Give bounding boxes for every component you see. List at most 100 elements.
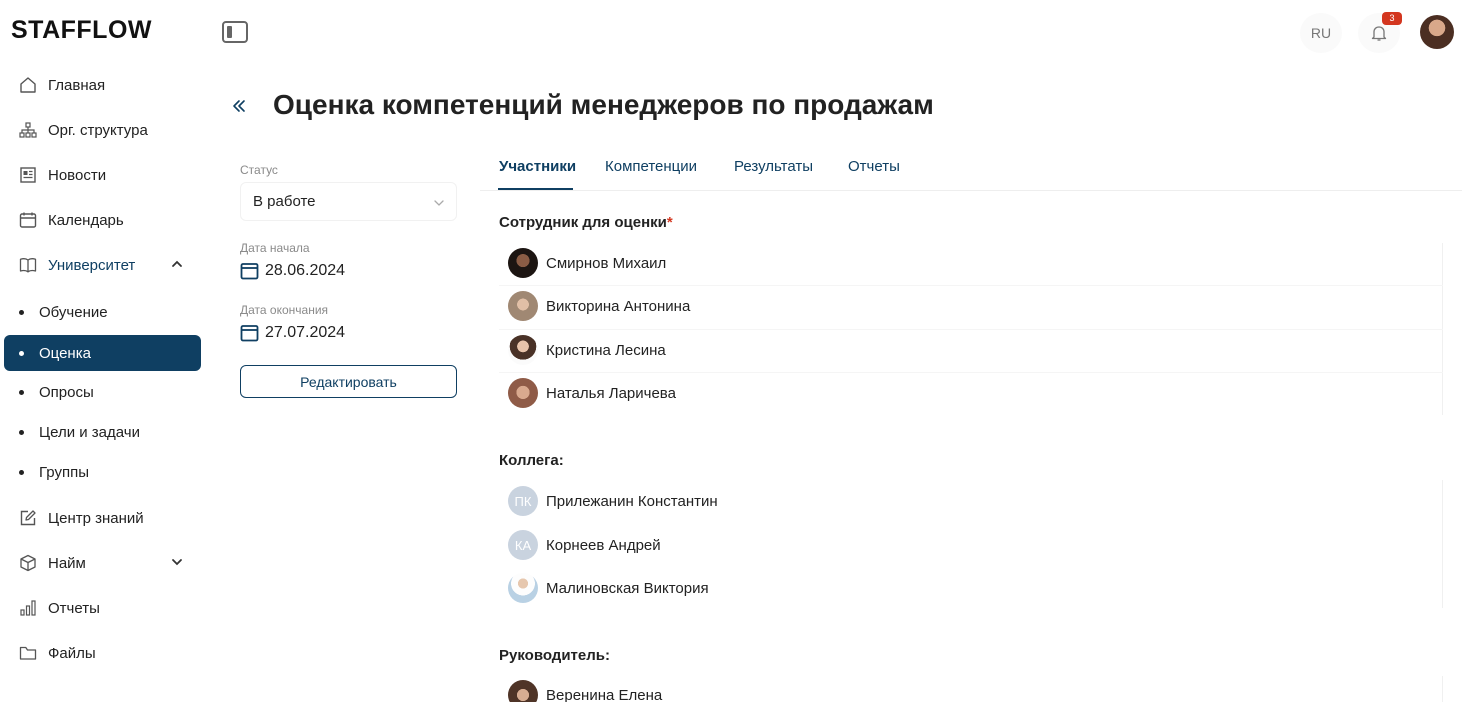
calendar-icon bbox=[18, 210, 38, 230]
avatar bbox=[508, 335, 538, 365]
bullet-icon bbox=[19, 429, 24, 435]
avatar: ПК bbox=[508, 486, 538, 516]
home-icon bbox=[18, 75, 38, 95]
tab-participants[interactable]: Участники bbox=[499, 158, 576, 175]
tab-results[interactable]: Результаты bbox=[734, 158, 813, 175]
sidebar-item-knowledge-center[interactable]: Центр знаний bbox=[18, 500, 193, 536]
sidebar-sub-item-training[interactable]: Обучение bbox=[4, 294, 201, 330]
row-divider bbox=[499, 285, 1443, 286]
employee-section-label: Сотрудник для оценки bbox=[499, 214, 667, 231]
calendar-icon bbox=[240, 263, 259, 280]
sidebar-item-hiring[interactable]: Найм bbox=[18, 545, 193, 581]
list-item[interactable]: КА Корнеев Андрей bbox=[508, 530, 661, 560]
person-name: Веренина Елена bbox=[546, 686, 663, 702]
sidebar: STAFFLOW Главная Орг. структура Новости … bbox=[0, 0, 210, 702]
sidebar-item-label: Орг. структура bbox=[48, 121, 148, 139]
person-name: Викторина Антонина bbox=[546, 297, 691, 315]
required-mark: * bbox=[666, 214, 673, 231]
sidebar-sub-item-assessment[interactable]: Оценка bbox=[4, 335, 201, 371]
status-value: В работе bbox=[253, 193, 316, 210]
folder-icon bbox=[18, 643, 38, 663]
list-item[interactable]: Кристина Лесина bbox=[508, 335, 666, 365]
person-name: Смирнов Михаил bbox=[546, 254, 667, 272]
chevron-down-icon[interactable] bbox=[169, 554, 185, 570]
sidebar-item-label: Найм bbox=[48, 554, 86, 572]
sidebar-item-label: Главная bbox=[48, 76, 106, 94]
bullet-icon bbox=[19, 389, 24, 395]
user-avatar[interactable] bbox=[1420, 15, 1454, 49]
page-title: Оценка компетенций менеджеров по продажа… bbox=[273, 89, 934, 120]
box-icon bbox=[18, 553, 38, 573]
bell-icon bbox=[1371, 26, 1387, 41]
person-name: Прилежанин Константин bbox=[546, 492, 718, 510]
person-name: Малиновская Виктория bbox=[546, 579, 709, 597]
sidebar-toggle-button[interactable] bbox=[222, 21, 248, 43]
avatar bbox=[508, 291, 538, 321]
org-structure-icon bbox=[18, 120, 38, 140]
calendar-icon bbox=[240, 325, 259, 342]
newspaper-icon bbox=[18, 165, 38, 185]
list-item[interactable]: Смирнов Михаил bbox=[508, 248, 666, 278]
sidebar-sub-item-label: Цели и задачи bbox=[39, 423, 140, 441]
avatar bbox=[508, 378, 538, 408]
sidebar-item-label: Файлы bbox=[48, 644, 96, 662]
sidebar-sub-item-label: Опросы bbox=[39, 383, 94, 401]
sidebar-item-label: Центр знаний bbox=[48, 509, 144, 527]
sidebar-item-calendar[interactable]: Календарь bbox=[18, 202, 193, 238]
colleague-section-title: Коллега: bbox=[499, 452, 564, 469]
sidebar-item-label: Новости bbox=[48, 166, 107, 184]
row-divider bbox=[499, 329, 1443, 330]
edit-icon bbox=[18, 508, 38, 528]
sidebar-item-label: Отчеты bbox=[48, 599, 100, 617]
employee-section-title: Сотрудник для оценки* bbox=[499, 214, 673, 231]
list-item[interactable]: Малиновская Виктория bbox=[508, 573, 709, 603]
language-switcher[interactable]: RU bbox=[1300, 13, 1342, 53]
start-date: 28.06.2024 bbox=[240, 261, 345, 280]
tab-competencies[interactable]: Компетенции bbox=[605, 158, 697, 175]
chevron-up-icon[interactable] bbox=[169, 256, 185, 272]
person-name: Корнеев Андрей bbox=[546, 536, 661, 554]
end-date-label: Дата окончания bbox=[240, 303, 329, 317]
list-item[interactable]: Наталья Ларичева bbox=[508, 378, 676, 408]
list-item[interactable]: Викторина Антонина bbox=[508, 291, 690, 321]
avatar: КА bbox=[508, 530, 538, 560]
person-name: Наталья Ларичева bbox=[546, 384, 676, 402]
person-name: Кристина Лесина bbox=[546, 341, 666, 359]
active-tab-indicator bbox=[498, 188, 573, 190]
status-select[interactable]: В работе bbox=[240, 182, 457, 221]
bullet-icon bbox=[19, 309, 24, 315]
start-date-label: Дата начала bbox=[240, 241, 310, 255]
sidebar-item-files[interactable]: Файлы bbox=[18, 635, 193, 671]
avatar bbox=[508, 248, 538, 278]
end-date: 27.07.2024 bbox=[240, 323, 345, 342]
back-double-chevron-icon[interactable] bbox=[231, 98, 247, 114]
tabs-divider bbox=[480, 190, 1462, 191]
start-date-value: 28.06.2024 bbox=[265, 261, 346, 279]
manager-section-title: Руководитель: bbox=[499, 647, 610, 664]
chevron-down-icon bbox=[434, 200, 444, 206]
sidebar-item-label: Календарь bbox=[48, 211, 124, 229]
sidebar-sub-item-label: Группы bbox=[39, 463, 89, 481]
avatar bbox=[508, 680, 538, 702]
list-item[interactable]: Веренина Елена bbox=[508, 680, 662, 702]
sidebar-item-news[interactable]: Новости bbox=[18, 157, 193, 193]
edit-button[interactable]: Редактировать bbox=[240, 365, 457, 398]
status-label: Статус bbox=[240, 163, 278, 177]
book-icon bbox=[18, 255, 38, 275]
sidebar-sub-item-goals[interactable]: Цели и задачи bbox=[4, 414, 201, 450]
end-date-value: 27.07.2024 bbox=[265, 323, 346, 341]
sidebar-sub-item-surveys[interactable]: Опросы bbox=[4, 374, 201, 410]
list-item[interactable]: ПК Прилежанин Константин bbox=[508, 486, 718, 516]
row-divider bbox=[499, 372, 1443, 373]
bar-chart-icon bbox=[18, 598, 38, 618]
sidebar-item-org-structure[interactable]: Орг. структура bbox=[18, 112, 193, 148]
sidebar-sub-item-label: Обучение bbox=[39, 303, 108, 321]
sidebar-item-reports[interactable]: Отчеты bbox=[18, 590, 193, 626]
sidebar-sub-item-groups[interactable]: Группы bbox=[4, 454, 201, 490]
tab-reports[interactable]: Отчеты bbox=[848, 158, 900, 175]
sidebar-item-home[interactable]: Главная bbox=[18, 67, 193, 103]
notification-badge: 3 bbox=[1382, 12, 1402, 25]
bullet-icon bbox=[19, 350, 24, 356]
sidebar-item-university[interactable]: Университет bbox=[18, 247, 193, 283]
app-logo: STAFFLOW bbox=[11, 16, 152, 44]
